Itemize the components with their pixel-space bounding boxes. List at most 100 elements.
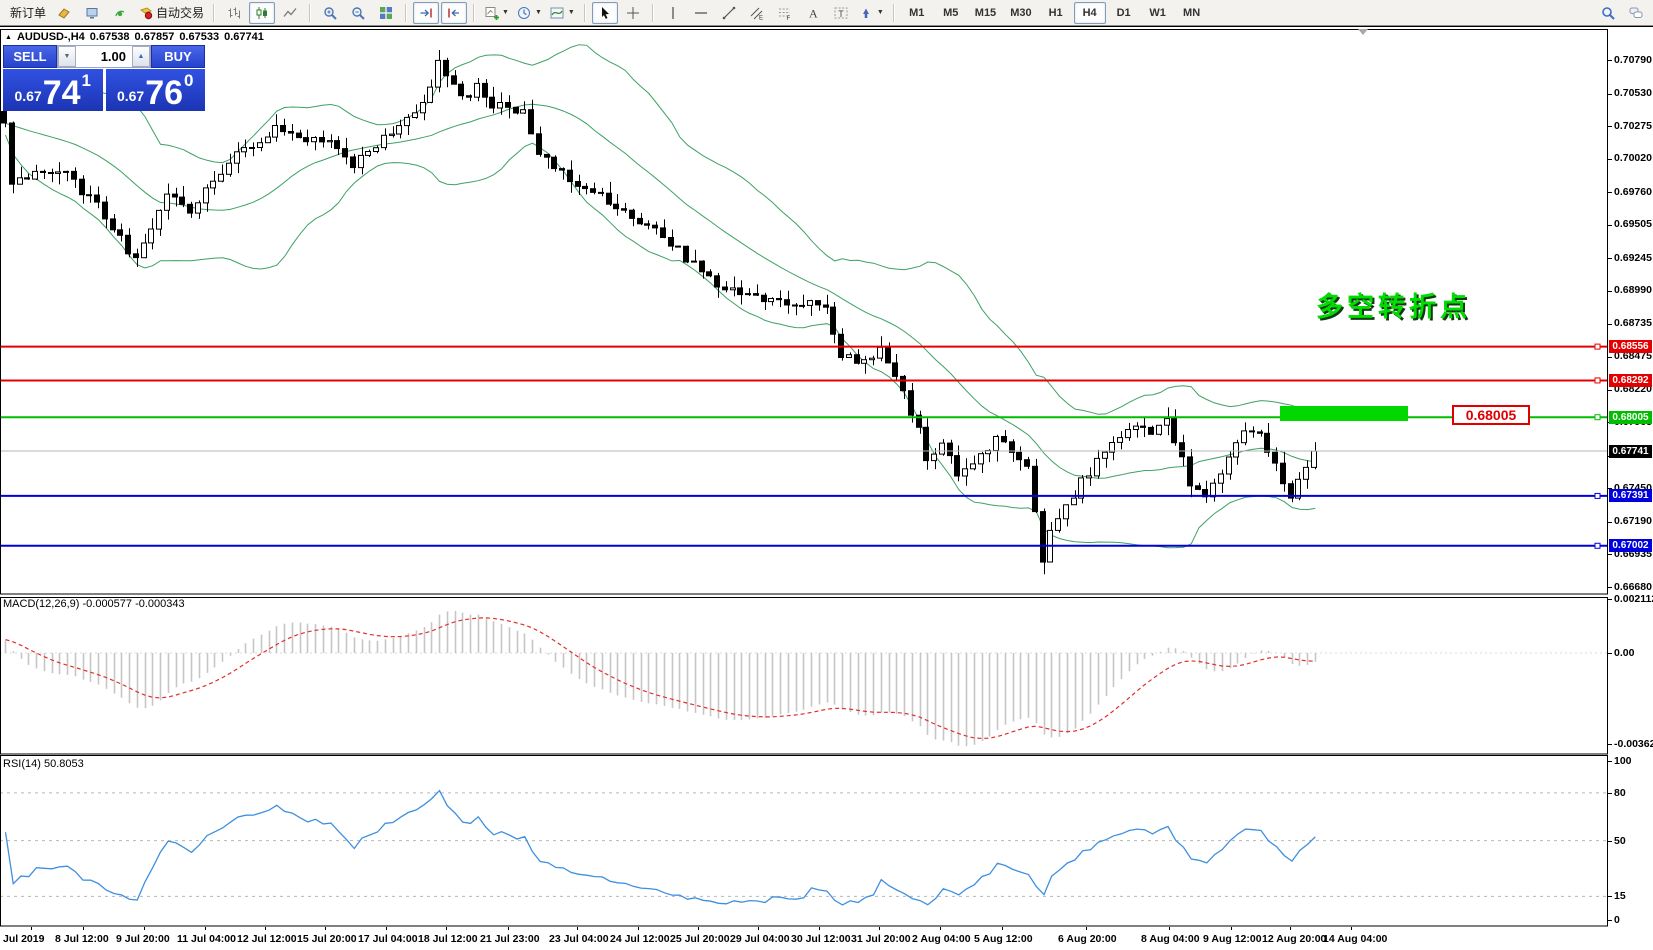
toolbar-group-cursor (591, 2, 647, 24)
rsi-tick-mark (1608, 920, 1612, 921)
level-price-badge[interactable]: 0.68556 (1609, 340, 1652, 353)
volume-value[interactable]: 1.00 (76, 46, 132, 67)
period-icon (517, 5, 532, 20)
sell-price-display[interactable]: 0.67 74 1 (3, 69, 103, 111)
macd-axis[interactable]: 0.0021120.00-0.003622 (1608, 597, 1653, 755)
horizontal-line-button[interactable] (688, 2, 714, 24)
symbol-marker-icon: ▲ (5, 34, 12, 41)
toolbar-group-zoom (316, 2, 400, 24)
line-chart-button[interactable] (277, 2, 303, 24)
sell-price-prefix: 0.67 (14, 88, 41, 104)
toolbar-separator (893, 4, 895, 22)
strategy-tester-button[interactable] (79, 2, 105, 24)
toolbar-group-scroll (412, 2, 468, 24)
zoom-out-button[interactable] (345, 2, 371, 24)
new-order-button[interactable]: 新订单 (4, 2, 49, 24)
autotrading-button[interactable]: 自动交易 (135, 2, 207, 24)
search-symbols-button[interactable] (1595, 2, 1621, 24)
price-axis[interactable]: 0.707900.705300.702750.700200.697600.695… (1608, 27, 1653, 597)
chart-window[interactable]: 0.707900.705300.702750.700200.697600.695… (0, 26, 1653, 949)
toolbar-separator (309, 4, 311, 22)
search-icon (1601, 5, 1616, 20)
arrows-button[interactable]: ▼ (856, 2, 887, 24)
date-tick-mark (1290, 927, 1291, 930)
crosshair-button[interactable] (620, 2, 646, 24)
hline-icon (693, 5, 708, 20)
price-tick-label: 0.68735 (1614, 317, 1652, 329)
level-price-badge[interactable]: 0.67002 (1609, 539, 1652, 552)
level-price-badge[interactable]: 0.67391 (1609, 489, 1652, 502)
rsi-label: RSI(14) 50.8053 (3, 758, 84, 770)
rsi-tick-mark (1608, 761, 1612, 762)
date-label: 18 Jul 12:00 (418, 933, 478, 945)
text-button[interactable]: A (800, 2, 826, 24)
level-price-badge[interactable]: 0.68292 (1609, 374, 1652, 387)
templates-button[interactable]: ▼ (547, 2, 578, 24)
tf-h1[interactable]: H1 (1040, 2, 1072, 24)
price-tick-mark (1608, 554, 1612, 555)
buy-button[interactable]: BUY (151, 45, 205, 68)
signals-button[interactable] (107, 2, 133, 24)
tile-windows-icon (379, 5, 394, 20)
vertical-line-button[interactable] (660, 2, 686, 24)
trendline-button[interactable] (716, 2, 742, 24)
sell-button[interactable]: SELL (3, 45, 57, 68)
ohlc-open: 0.67538 (90, 31, 130, 43)
tf-m1[interactable]: M1 (901, 2, 933, 24)
tf-w1[interactable]: W1 (1142, 2, 1174, 24)
ohlc-high: 0.67857 (135, 31, 175, 43)
price-flag-label[interactable]: 0.68005 (1452, 405, 1530, 425)
svg-text:E: E (759, 15, 763, 20)
candlestick-button[interactable] (249, 2, 275, 24)
rsi-canvas[interactable] (0, 755, 1608, 927)
rsi-tick-label: 0 (1614, 914, 1620, 926)
macd-main-value: -0.000577 (82, 598, 132, 610)
date-label: 2 Aug 04:00 (912, 933, 971, 945)
tf-d1[interactable]: D1 (1108, 2, 1140, 24)
macd-canvas[interactable] (0, 597, 1608, 755)
zoom-in-button[interactable] (317, 2, 343, 24)
tf-m15[interactable]: M15 (969, 2, 1002, 24)
channel-icon: E (749, 5, 764, 20)
bar-chart-button[interactable] (221, 2, 247, 24)
macd-pane[interactable]: 0.0021120.00-0.003622 MACD(12,26,9) -0.0… (0, 597, 1653, 755)
tf-h4[interactable]: H4 (1074, 2, 1106, 24)
tile-windows-button[interactable] (373, 2, 399, 24)
vline-icon (665, 5, 680, 20)
rsi-tick-label: 100 (1614, 755, 1632, 767)
highlight-rectangle[interactable] (1280, 406, 1408, 421)
channel-button[interactable]: E (744, 2, 770, 24)
price-tick-label: 0.66680 (1614, 581, 1652, 593)
chart-shift-marker[interactable] (1358, 29, 1368, 35)
date-axis[interactable]: Jul 20198 Jul 12:009 Jul 20:0011 Jul 04:… (0, 927, 1653, 950)
level-price-badge[interactable]: 0.68005 (1609, 411, 1652, 424)
new-chart-button[interactable]: ▼ (481, 2, 512, 24)
fibonacci-button[interactable]: F (772, 2, 798, 24)
date-label: 15 Jul 20:00 (297, 933, 357, 945)
tf-mn[interactable]: MN (1176, 2, 1208, 24)
price-tick-label: 0.70275 (1614, 120, 1652, 132)
buy-price-display[interactable]: 0.67 76 0 (106, 69, 206, 111)
tf-m5[interactable]: M5 (935, 2, 967, 24)
rsi-axis[interactable]: 1008050150 (1608, 755, 1653, 927)
rsi-pane[interactable]: 1008050150 RSI(14) 50.8053 (0, 755, 1653, 927)
volume-decrease-button[interactable]: ▼ (58, 46, 76, 67)
tester-icon (85, 5, 100, 20)
price-tick-mark (1608, 587, 1612, 588)
metaeditor-button[interactable] (51, 2, 77, 24)
tf-m30[interactable]: M30 (1004, 2, 1037, 24)
autoscroll-button[interactable] (413, 2, 439, 24)
date-tick-mark (325, 927, 326, 930)
volume-increase-button[interactable]: ▲ (132, 46, 150, 67)
annotation-text[interactable]: 多空转折点 (1316, 285, 1471, 324)
tf-h4-label: H4 (1083, 7, 1097, 19)
cursor-button[interactable] (592, 2, 618, 24)
autotrading-button-label: 自动交易 (156, 4, 204, 21)
toolbar-right-group (1594, 2, 1650, 24)
text-label-button[interactable]: T (828, 2, 854, 24)
label-icon: T (833, 5, 848, 20)
periods-button[interactable]: ▼ (514, 2, 545, 24)
chat-button[interactable] (1623, 2, 1649, 24)
price-tick-label: 0.69245 (1614, 252, 1652, 264)
chart-shift-button[interactable] (441, 2, 467, 24)
